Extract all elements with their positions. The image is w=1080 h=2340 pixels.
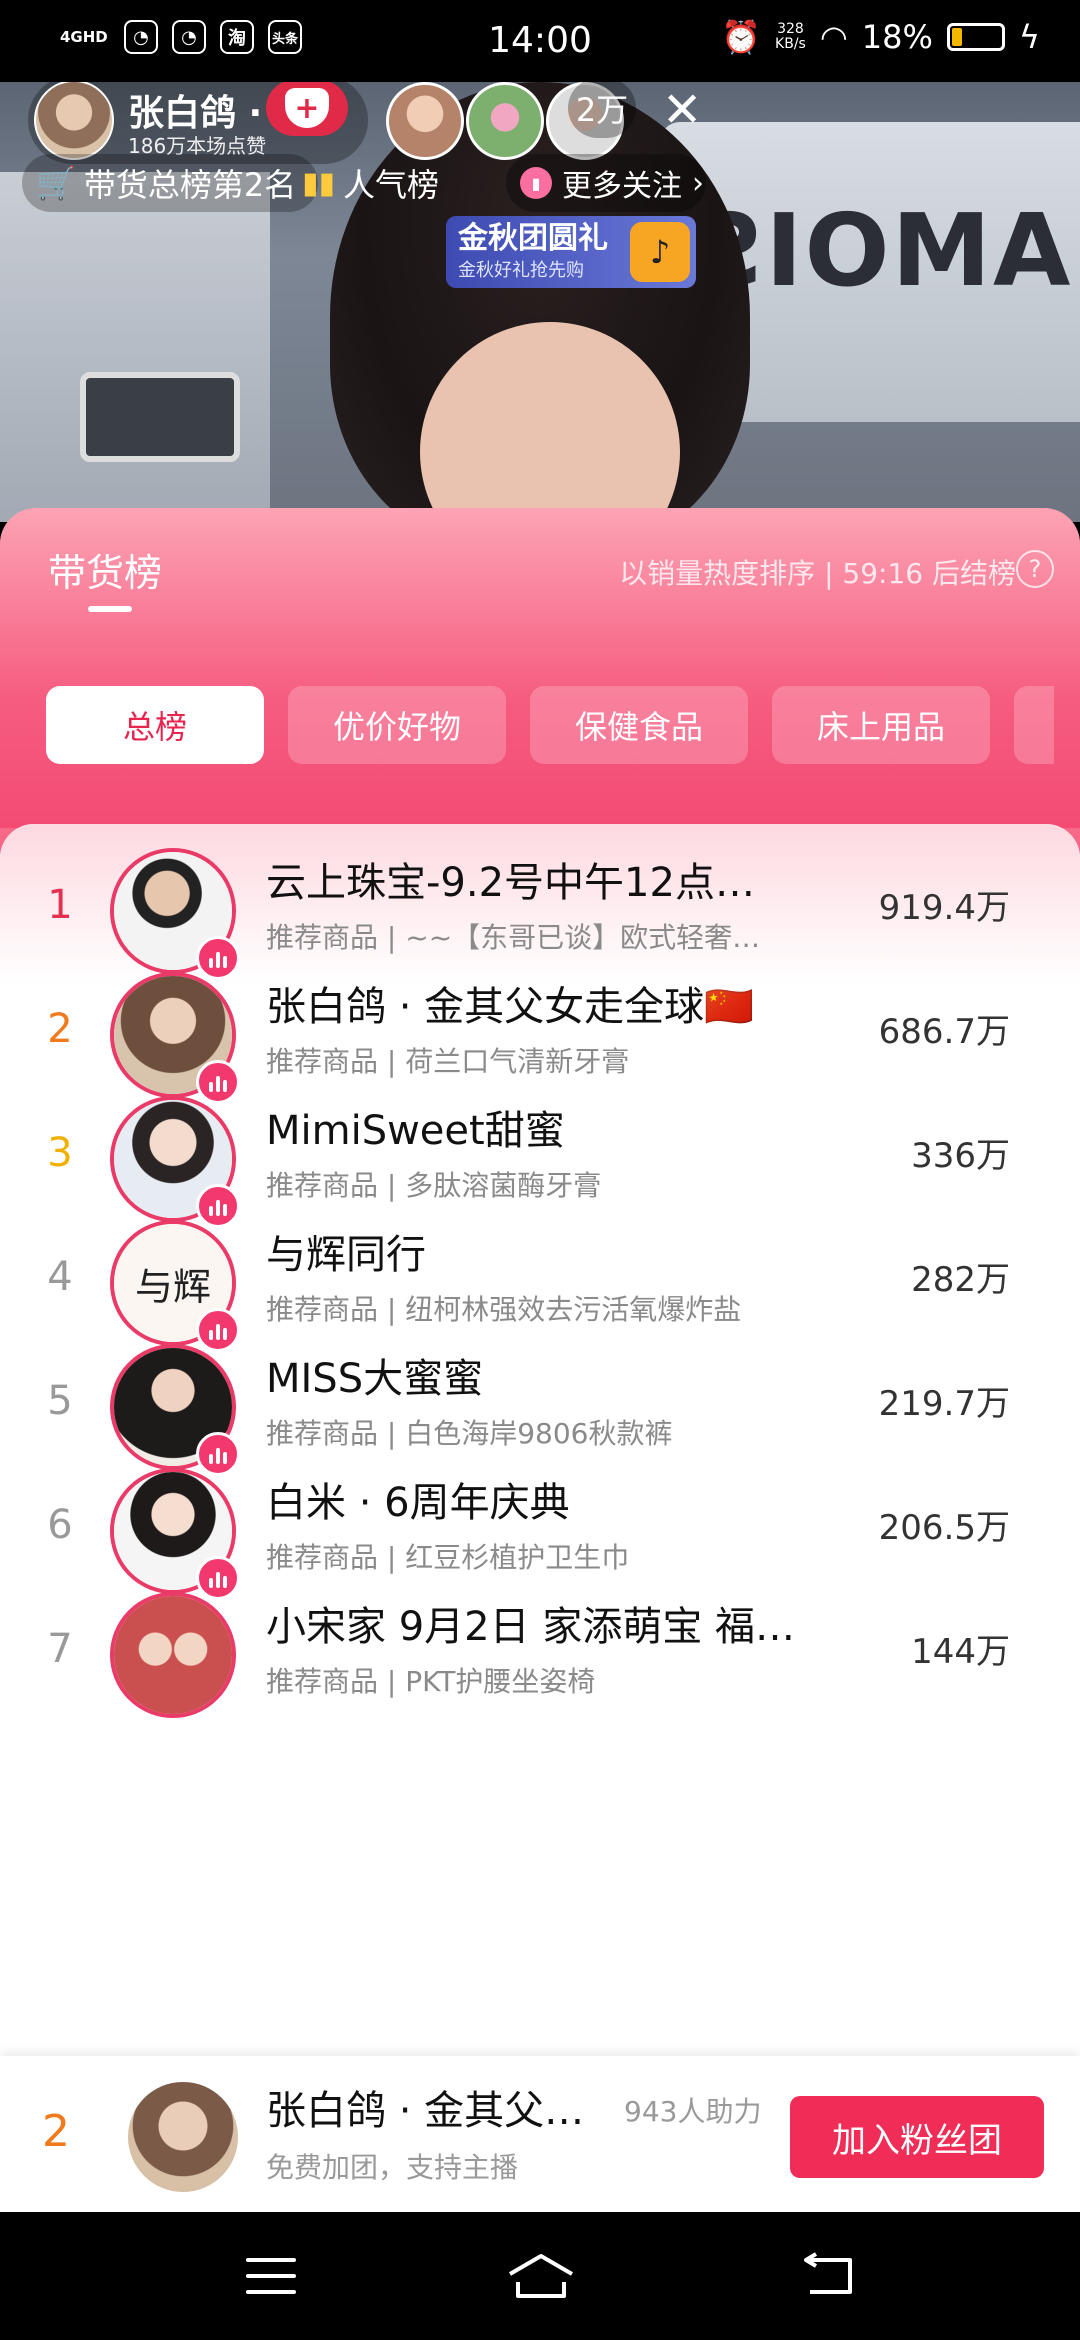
background-bus-left — [0, 172, 270, 522]
ranking-info: 以销量热度排序 | 59:16 后结榜 — [619, 557, 1016, 590]
tab-overall[interactable]: 总榜 — [46, 686, 264, 764]
streamer-name: 白米 · 6周年庆典 — [266, 1480, 570, 1526]
chart-bars-icon: ▮▮ — [302, 165, 336, 201]
recommended-product: 推荐商品 | PKT护腰坐姿椅 — [266, 1665, 596, 1698]
streamer-name: MISS大蜜蜜 — [266, 1356, 484, 1402]
charging-icon: ϟ — [1018, 18, 1040, 56]
shopping-bag-icon: ♪ — [630, 222, 690, 282]
system-nav-bar — [0, 2212, 1080, 2340]
rank-number: 4 — [47, 1254, 73, 1300]
avatar[interactable] — [110, 1592, 236, 1718]
back-icon[interactable] — [800, 2252, 856, 2298]
panel-header: 带货榜 以销量热度排序 | 59:16 后结榜 ? 总榜 优价好物 保健食品 床… — [0, 508, 1080, 828]
network-speed: 328 KB/s — [775, 22, 806, 52]
sales-score: 919.4万 — [878, 888, 1010, 928]
sales-rank-chip[interactable]: 🛒 带货总榜第2名 — [22, 154, 319, 212]
current-rank: 2 — [42, 2106, 70, 2157]
rank-number: 5 — [47, 1378, 73, 1424]
tab-value-goods[interactable]: 优价好物 — [288, 686, 506, 764]
rank-number: 1 — [47, 882, 73, 928]
viewer-count[interactable]: 2万 — [568, 82, 636, 138]
battery-icon — [946, 23, 1005, 51]
helpers-count: 943人助力 — [624, 2095, 762, 2128]
join-fan-club-button[interactable]: 加入粉丝团 — [790, 2096, 1044, 2178]
sales-ranking-panel: 带货榜 以销量热度排序 | 59:16 后结榜 ? 总榜 优价好物 保健食品 床… — [0, 508, 1080, 2064]
category-tabs: 总榜 优价好物 保健食品 床上用品 — [46, 686, 1054, 764]
tab-more[interactable] — [1014, 686, 1054, 764]
streamer-name: 张白鸽 · 金其父女走全球🇨🇳 — [266, 984, 754, 1030]
wifi-icon: ◠ — [819, 18, 848, 56]
alarm-icon: ⏰ — [721, 18, 762, 56]
popularity-chip[interactable]: ▮▮ 人气榜 — [290, 154, 451, 212]
heart-plus-icon: + — [285, 88, 329, 128]
rank-number: 2 — [47, 1006, 73, 1052]
follow-button[interactable]: + — [266, 82, 348, 136]
sales-rank-label: 带货总榜第2名 — [83, 166, 297, 204]
chevron-right-icon: › — [692, 165, 704, 201]
host-avatar[interactable] — [34, 82, 114, 160]
sales-score: 282万 — [911, 1260, 1010, 1300]
rank-number: 3 — [47, 1130, 73, 1176]
sales-score: 206.5万 — [878, 1508, 1010, 1548]
menu-icon[interactable] — [246, 2258, 296, 2294]
rank-number: 7 — [47, 1626, 73, 1672]
sales-score: 686.7万 — [878, 1012, 1010, 1052]
home-icon[interactable] — [506, 2252, 576, 2300]
panel-title-underline — [88, 606, 132, 612]
speed-unit: KB/s — [775, 36, 806, 52]
popularity-label: 人气榜 — [343, 166, 440, 204]
background-window — [80, 372, 240, 462]
streamer-name: 云上珠宝-9.2号中午12点… — [266, 860, 755, 906]
more-follow-label: 更多关注 — [562, 169, 682, 204]
panel-title[interactable]: 带货榜 — [48, 542, 162, 597]
tab-health-food[interactable]: 保健食品 — [530, 686, 748, 764]
sales-score: 219.7万 — [878, 1384, 1010, 1424]
list-item[interactable]: 7 小宋家 9月2日 家添萌宝 福… 推荐商品 | PKT护腰坐姿椅 144万 — [0, 1568, 1080, 1752]
streamer-name: 小宋家 9月2日 家添萌宝 福… — [266, 1604, 796, 1650]
ranking-list[interactable]: 1 云上珠宝-9.2号中午12点… 推荐商品 | ~~【东哥已谈】欧式轻奢… 9… — [0, 824, 1080, 2064]
current-host-rank-bar[interactable]: 2 张白鸽 · 金其父… 943人助力 免费加团，支持主播 加入粉丝团 — [0, 2056, 1080, 2212]
more-follow-chip[interactable]: ▮ 更多关注 › — [506, 154, 706, 212]
promo-banner[interactable]: 金秋团圆礼 金秋好礼抢先购 ♪ — [446, 216, 696, 288]
streamer-name: 与辉同行 — [266, 1232, 426, 1278]
close-icon[interactable]: ✕ — [662, 86, 702, 134]
live-dot-icon: ▮ — [520, 167, 552, 199]
streamer-name: MimiSweet甜蜜 — [266, 1108, 565, 1154]
cart-icon: 🛒 — [36, 164, 76, 202]
fan-club-hint: 免费加团，支持主播 — [266, 2151, 519, 2184]
live-video[interactable]: AMOISID 张白鸽 · ··· 186万本场点赞 + 2万 ✕ 🛒 带货总榜… — [0, 82, 1080, 522]
status-bar: 4GHD ◔ ◔ 淘 头条 14:00 ⏰ 328 KB/s ◠ 18% ϟ — [0, 0, 1080, 82]
avatar[interactable] — [128, 2082, 238, 2192]
battery-percent: 18% — [861, 18, 933, 56]
viewer-avatar[interactable] — [386, 82, 464, 160]
viewer-avatar[interactable] — [466, 82, 544, 160]
help-icon[interactable]: ? — [1016, 550, 1054, 588]
speed-value: 328 — [777, 21, 804, 37]
rank-number: 6 — [47, 1502, 73, 1548]
sales-score: 336万 — [911, 1136, 1010, 1176]
current-host-name: 张白鸽 · 金其父… — [266, 2088, 585, 2134]
sales-score: 144万 — [911, 1632, 1010, 1672]
tab-bedding[interactable]: 床上用品 — [772, 686, 990, 764]
